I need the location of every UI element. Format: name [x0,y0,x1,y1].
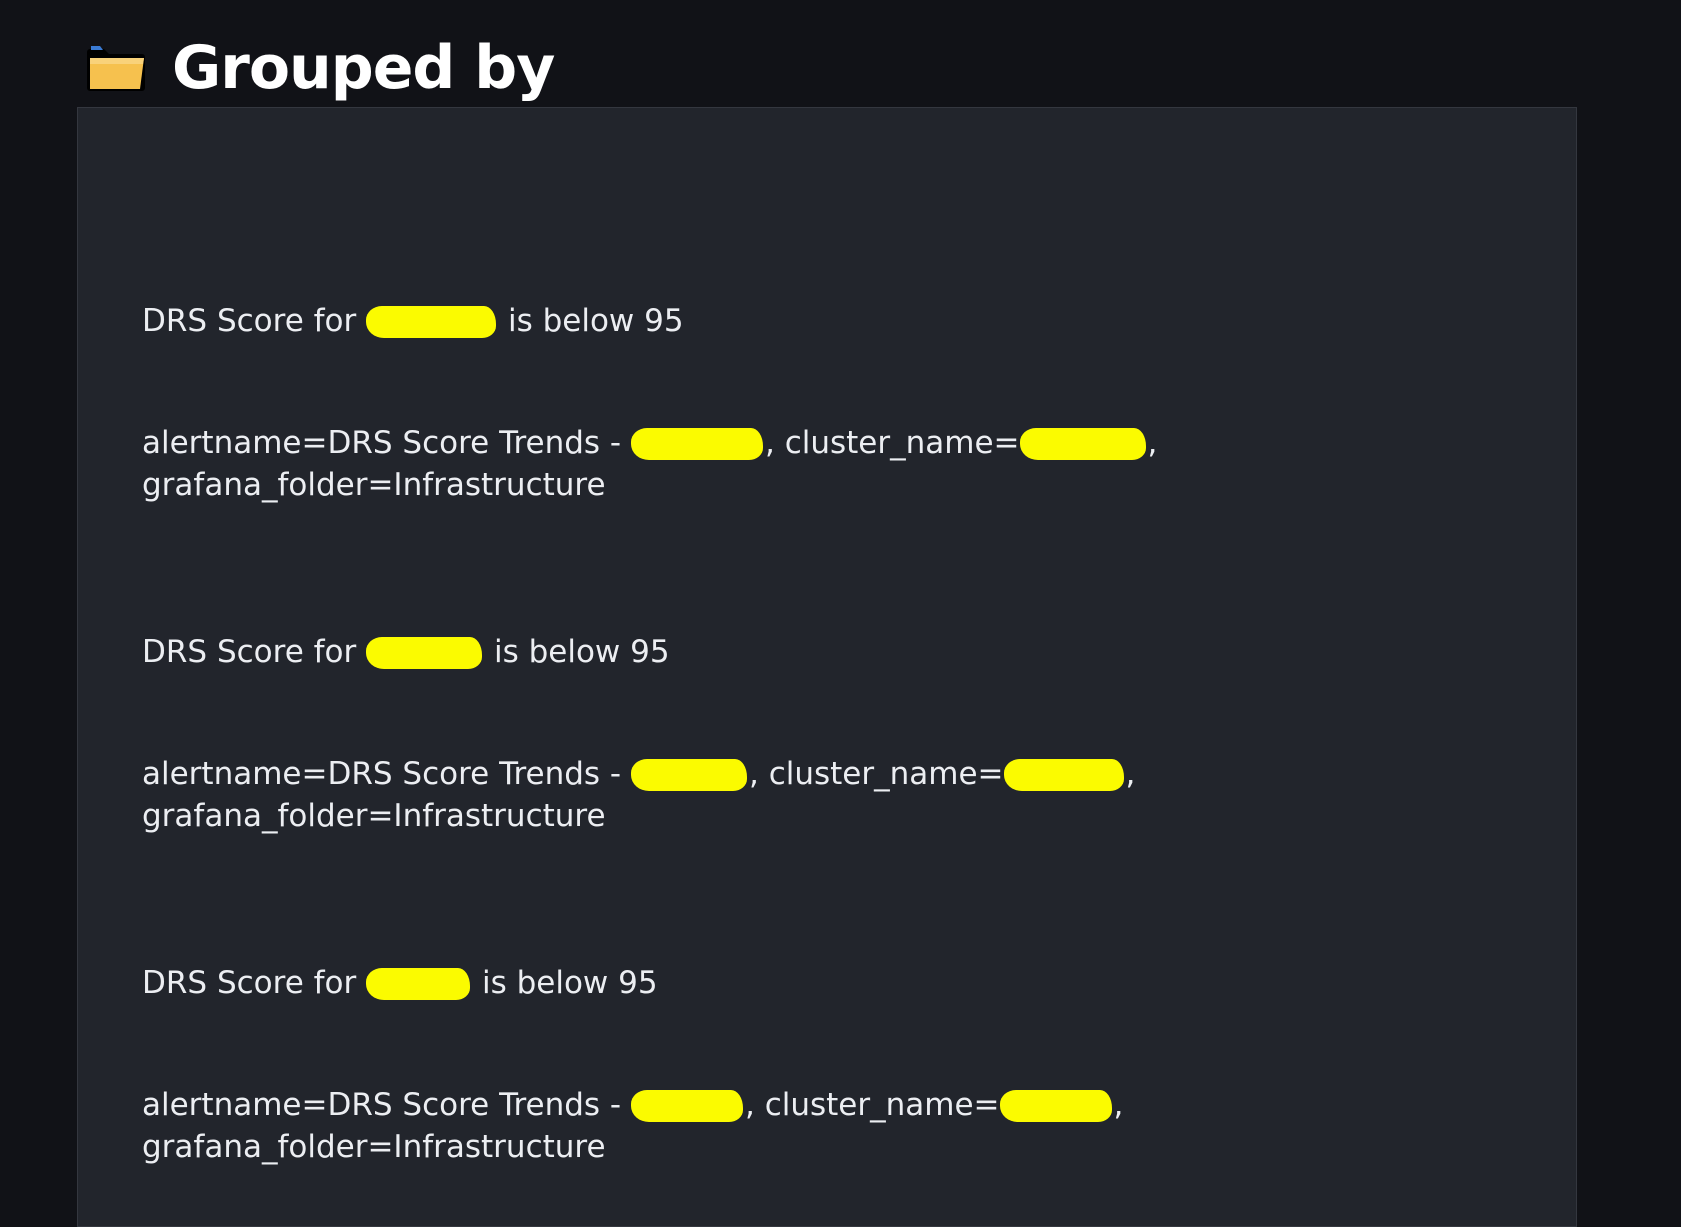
alert-summary: DRS Score for is below 95 [142,300,1542,342]
grouped-alerts-panel: DRS Score for is below 95 alertname=DRS … [77,107,1577,1227]
page-title: Grouped by [172,33,555,103]
redaction-mark [1021,430,1144,458]
redaction-mark [368,639,481,667]
labels-folder: grafana_folder=Infrastructure [142,1129,606,1165]
alert-summary: DRS Score for is below 95 [142,962,1542,1004]
labels-cluster-key: , cluster_name= [744,1087,1000,1123]
labels-folder: grafana_folder=Infrastructure [142,798,606,834]
alert-labels: alertname=DRS Score Trends - , cluster_n… [142,422,1157,506]
labels-comma: , [1147,425,1158,461]
alert-summary: DRS Score for is below 95 [142,631,1542,673]
redaction-mark [632,761,745,789]
summary-prefix: DRS Score for [142,965,367,1001]
redaction-mark [368,970,469,998]
redaction-mark [368,308,495,336]
alert-group: DRS Score for is below 95 alertname=DRS … [142,631,1542,834]
labels-comma: , [1113,1087,1124,1123]
labels-alertname: alertname=DRS Score Trends - [142,425,631,461]
summary-prefix: DRS Score for [142,303,367,339]
alert-group: DRS Score for is below 95 alertname=DRS … [142,300,1542,503]
summary-suffix: is below 95 [484,634,670,670]
labels-folder: grafana_folder=Infrastructure [142,467,606,503]
folder-icon [87,46,145,91]
alert-labels: alertname=DRS Score Trends - , cluster_n… [142,753,1135,837]
alert-labels: alertname=DRS Score Trends - , cluster_n… [142,1084,1123,1168]
labels-alertname: alertname=DRS Score Trends - [142,756,631,792]
labels-cluster-key: , cluster_name= [748,756,1004,792]
redaction-mark [1005,761,1122,789]
redaction-mark [632,430,761,458]
alert-group: DRS Score for is below 95 alertname=DRS … [142,962,1542,1165]
summary-suffix: is below 95 [498,303,684,339]
summary-suffix: is below 95 [472,965,658,1001]
labels-comma: , [1125,756,1136,792]
redaction-mark [632,1092,741,1120]
labels-cluster-key: , cluster_name= [764,425,1020,461]
section-header: Grouped by [84,28,555,108]
summary-prefix: DRS Score for [142,634,367,670]
labels-alertname: alertname=DRS Score Trends - [142,1087,631,1123]
redaction-mark [1001,1092,1110,1120]
